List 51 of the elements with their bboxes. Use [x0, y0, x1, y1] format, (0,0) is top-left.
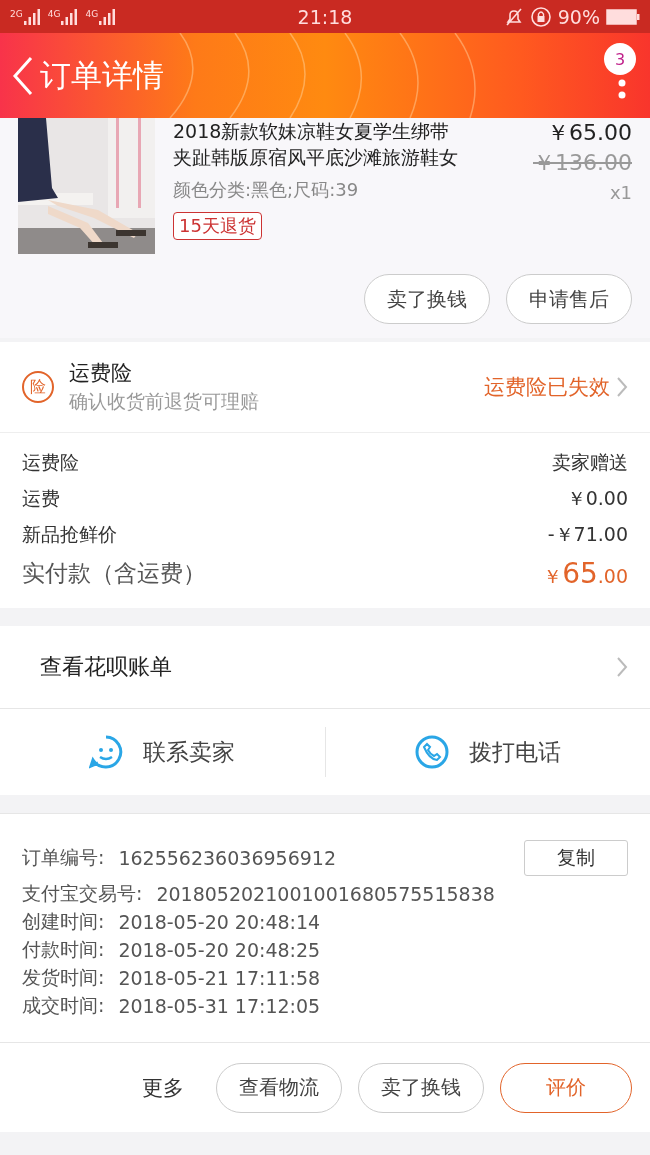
- more-link[interactable]: 更多: [142, 1073, 184, 1102]
- info-value: 162556236036956912: [118, 847, 336, 869]
- order-action-button[interactable]: 申请售后: [506, 274, 632, 324]
- info-value: 2018-05-20 20:48:25: [118, 939, 321, 961]
- chevron-right-icon: [616, 656, 628, 678]
- info-label: 发货时间:: [22, 965, 105, 990]
- info-value: 2018-05-31 17:12:05: [118, 995, 321, 1017]
- fee-label: 运费: [22, 486, 60, 511]
- product-quantity: x1: [609, 182, 632, 203]
- bell-muted-icon: [503, 6, 524, 27]
- original-price: ￥136.00: [533, 149, 632, 177]
- info-label: 付款时间:: [22, 937, 105, 962]
- insurance-icon: 险: [22, 371, 54, 403]
- rotation-lock-icon: [529, 5, 552, 28]
- fee-label: 运费险: [22, 450, 79, 475]
- info-label: 订单编号:: [22, 845, 105, 870]
- fee-label: 新品抢鲜价: [22, 522, 117, 547]
- battery-percent: 90%: [557, 5, 600, 28]
- info-label: 成交时间:: [22, 993, 105, 1018]
- insurance-subtitle: 确认收货前退货可理赔: [69, 389, 260, 414]
- info-value: 2018052021001001680575515838: [156, 883, 495, 905]
- notification-badge: 3: [604, 43, 636, 75]
- status-time: 21:18: [296, 5, 354, 28]
- product-title[interactable]: 夹趾韩版原宿风平底沙滩旅游鞋女: [173, 144, 515, 170]
- contact-button[interactable]: 联系卖家: [0, 709, 325, 795]
- page-title: 订单详情: [40, 55, 164, 95]
- product-title[interactable]: 2018新款软妹凉鞋女夏学生绑带: [173, 118, 515, 144]
- phone-icon: [414, 735, 449, 769]
- fee-value: ￥0.00: [566, 486, 628, 511]
- info-label: 创建时间:: [22, 909, 105, 934]
- order-action-button[interactable]: 查看物流: [216, 1062, 342, 1113]
- fee-value: 卖家赠送: [552, 450, 628, 475]
- more-menu-icon[interactable]: [618, 79, 626, 99]
- contact-button[interactable]: 拨打电话: [325, 709, 650, 795]
- order-action-button[interactable]: 评价: [500, 1062, 632, 1113]
- product-price: ￥65.00: [547, 119, 632, 147]
- total-label: 实付款（含运费）: [22, 559, 206, 588]
- return-policy-tag: 15天退货: [173, 212, 262, 240]
- info-value: 2018-05-21 17:11:58: [118, 967, 321, 989]
- order-action-button[interactable]: 卖了换钱: [364, 274, 490, 324]
- battery-icon: [606, 7, 640, 26]
- product-spec: 颜色分类:黑色;尺码:39: [173, 178, 360, 202]
- chevron-right-icon: [616, 376, 628, 398]
- smiley-chat-icon: [89, 735, 124, 769]
- copy-button[interactable]: 复制: [524, 840, 628, 876]
- info-label: 支付宝交易号:: [22, 881, 143, 906]
- info-value: 2018-05-20 20:48:14: [118, 911, 321, 933]
- fee-value: -￥71.00: [547, 522, 628, 547]
- order-action-button[interactable]: 卖了换钱: [358, 1062, 484, 1113]
- total-amount: ￥65.00: [543, 557, 628, 590]
- insurance-title: 运费险: [69, 360, 133, 387]
